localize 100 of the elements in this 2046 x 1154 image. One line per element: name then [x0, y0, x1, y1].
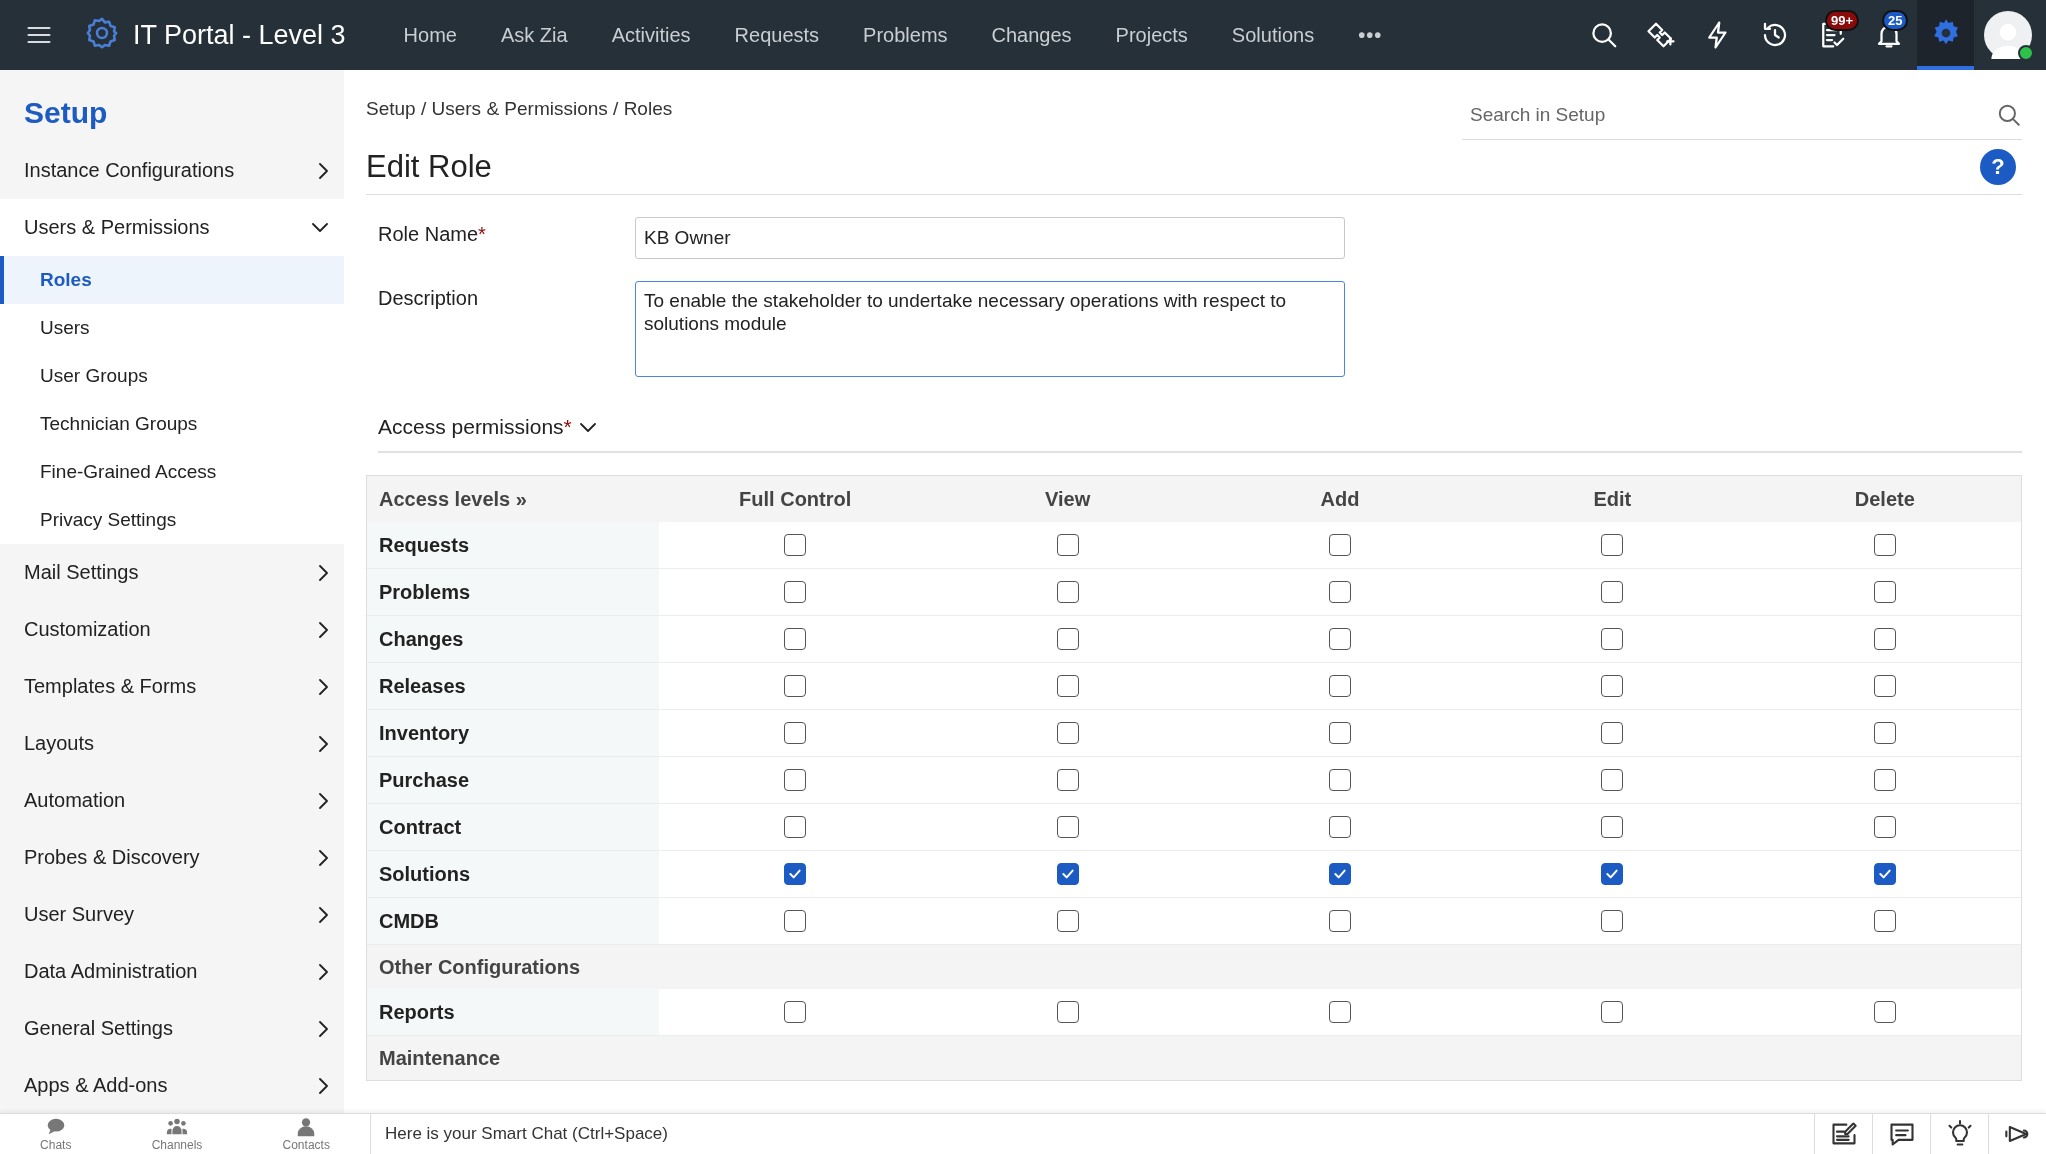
permission-checkbox[interactable]	[1056, 910, 1079, 932]
nav-link[interactable]: Solutions	[1209, 23, 1337, 47]
permission-checkbox[interactable]	[1873, 910, 1896, 932]
permission-checkbox[interactable]	[1873, 1001, 1896, 1023]
column-header: Edit	[1476, 476, 1749, 522]
nav-link[interactable]: Changes	[969, 23, 1094, 47]
gear-logo-icon	[85, 16, 119, 50]
permission-checkbox[interactable]	[1329, 863, 1351, 885]
permission-checkbox[interactable]	[1056, 628, 1079, 650]
toolbar-button[interactable]: 99+	[1803, 0, 1860, 70]
sidebar-item[interactable]: Users & Permissions	[0, 199, 344, 256]
smart-chat-field[interactable]: Here is your Smart Chat (Ctrl+Space)	[371, 1114, 1814, 1154]
chevron-right-icon	[319, 678, 328, 695]
permission-checkbox[interactable]	[1329, 816, 1351, 838]
user-avatar[interactable]	[1984, 11, 2032, 59]
breadcrumb: Setup / Users & Permissions / Roles	[366, 98, 673, 121]
permission-checkbox[interactable]	[1873, 722, 1896, 744]
permission-checkbox[interactable]	[1056, 534, 1079, 556]
nav-link[interactable]: Projects	[1093, 23, 1210, 47]
permission-checkbox[interactable]	[784, 534, 807, 556]
module-label: CMDB	[367, 898, 659, 945]
sidebar-subitem[interactable]: Privacy Settings	[0, 496, 344, 544]
permission-checkbox[interactable]	[1056, 863, 1079, 885]
search-field[interactable]: Search in Setup	[1462, 103, 1996, 127]
sidebar-subitem[interactable]: User Groups	[0, 352, 344, 400]
permission-checkbox[interactable]	[1601, 581, 1624, 603]
permission-checkbox[interactable]	[1329, 910, 1351, 932]
sidebar-item[interactable]: Probes & Discovery	[0, 829, 344, 886]
permission-checkbox[interactable]	[1601, 675, 1624, 697]
permission-checkbox[interactable]	[1056, 1001, 1079, 1023]
permission-checkbox[interactable]	[1329, 769, 1351, 791]
column-header[interactable]: Access levels »	[367, 476, 659, 522]
app-tab[interactable]: Contacts	[272, 1114, 340, 1154]
permission-checkbox[interactable]	[1329, 628, 1351, 650]
permission-checkbox[interactable]	[1056, 581, 1079, 603]
sidebar-item[interactable]: Data Administration	[0, 943, 344, 1000]
permission-checkbox[interactable]	[1056, 816, 1079, 838]
sidebar-subitem[interactable]: Roles	[0, 256, 344, 304]
permission-checkbox[interactable]	[1601, 1001, 1624, 1023]
permission-checkbox[interactable]	[784, 769, 807, 791]
section-row: Maintenance	[367, 1036, 2021, 1080]
permission-checkbox[interactable]	[1601, 628, 1624, 650]
nav-link[interactable]: Activities	[589, 23, 713, 47]
permission-checkbox[interactable]	[1056, 769, 1079, 791]
permission-checkbox[interactable]	[784, 628, 807, 650]
permission-checkbox[interactable]	[784, 863, 807, 885]
nav-link[interactable]: Requests	[712, 23, 842, 47]
permission-checkbox[interactable]	[784, 581, 807, 603]
role-name-field[interactable]: KB Owner	[635, 217, 1345, 259]
permission-checkbox[interactable]	[1601, 534, 1624, 556]
sidebar-item[interactable]: General Settings	[0, 1000, 344, 1057]
permission-checkbox[interactable]	[1329, 722, 1351, 744]
sidebar-item[interactable]: Customization	[0, 601, 344, 658]
permission-checkbox[interactable]	[1329, 675, 1351, 697]
permission-checkbox[interactable]	[1329, 581, 1351, 603]
sidebar-item[interactable]: Layouts	[0, 715, 344, 772]
more-menu[interactable]: •••	[1336, 23, 1405, 47]
permission-checkbox[interactable]	[1873, 816, 1896, 838]
sidebar-subitem[interactable]: Fine-Grained Access	[0, 448, 344, 496]
permission-checkbox[interactable]	[1873, 769, 1896, 791]
sidebar-item[interactable]: Mail Settings	[0, 544, 344, 601]
module-label: Reports	[367, 989, 659, 1036]
app-tab[interactable]: Chats	[30, 1114, 82, 1154]
permission-checkbox[interactable]	[1329, 1001, 1351, 1023]
permission-checkbox[interactable]	[784, 675, 807, 697]
module-label: Inventory	[367, 710, 659, 757]
sidebar-item[interactable]: User Survey	[0, 886, 344, 943]
permission-checkbox[interactable]	[1601, 722, 1624, 744]
permission-checkbox[interactable]	[1601, 910, 1624, 932]
nav-link[interactable]: Ask Zia	[478, 23, 590, 47]
help-button[interactable]: ?	[1980, 149, 2016, 185]
permission-checkbox[interactable]	[784, 722, 807, 744]
permission-checkbox[interactable]	[1873, 628, 1896, 650]
sidebar-subitem[interactable]: Users	[0, 304, 344, 352]
permission-checkbox[interactable]	[1873, 675, 1896, 697]
sidebar-subitem[interactable]: Technician Groups	[0, 400, 344, 448]
permission-checkbox[interactable]	[1601, 816, 1624, 838]
column-header: Add	[1203, 476, 1477, 522]
permission-checkbox[interactable]	[1873, 863, 1896, 885]
permission-checkbox[interactable]	[1601, 769, 1624, 791]
description-field[interactable]: To enable the stakeholder to undertake necessary operations with respect to solutions module	[635, 281, 1345, 377]
permission-checkbox[interactable]	[784, 1001, 807, 1023]
sidebar-item[interactable]: Automation	[0, 772, 344, 829]
chevron-right-icon	[319, 906, 328, 923]
permission-checkbox[interactable]	[1601, 863, 1624, 885]
sidebar-item[interactable]: Instance Configurations	[0, 142, 344, 199]
sidebar-item[interactable]: Templates & Forms	[0, 658, 344, 715]
permission-checkbox[interactable]	[1873, 581, 1896, 603]
app-tab[interactable]: Channels	[141, 1114, 213, 1154]
permission-checkbox[interactable]	[1873, 534, 1896, 556]
toolbar-button[interactable]: 25	[1860, 0, 1917, 70]
permission-checkbox[interactable]	[1329, 534, 1351, 556]
nav-link[interactable]: Problems	[841, 23, 970, 47]
permission-checkbox[interactable]	[1056, 675, 1079, 697]
sidebar-item[interactable]: Apps & Add-ons	[0, 1057, 344, 1113]
permission-checkbox[interactable]	[784, 816, 807, 838]
permission-checkbox[interactable]	[1056, 722, 1079, 744]
nav-link[interactable]: Home	[381, 23, 479, 47]
permission-checkbox[interactable]	[784, 910, 807, 932]
chevron-right-icon	[319, 735, 328, 752]
